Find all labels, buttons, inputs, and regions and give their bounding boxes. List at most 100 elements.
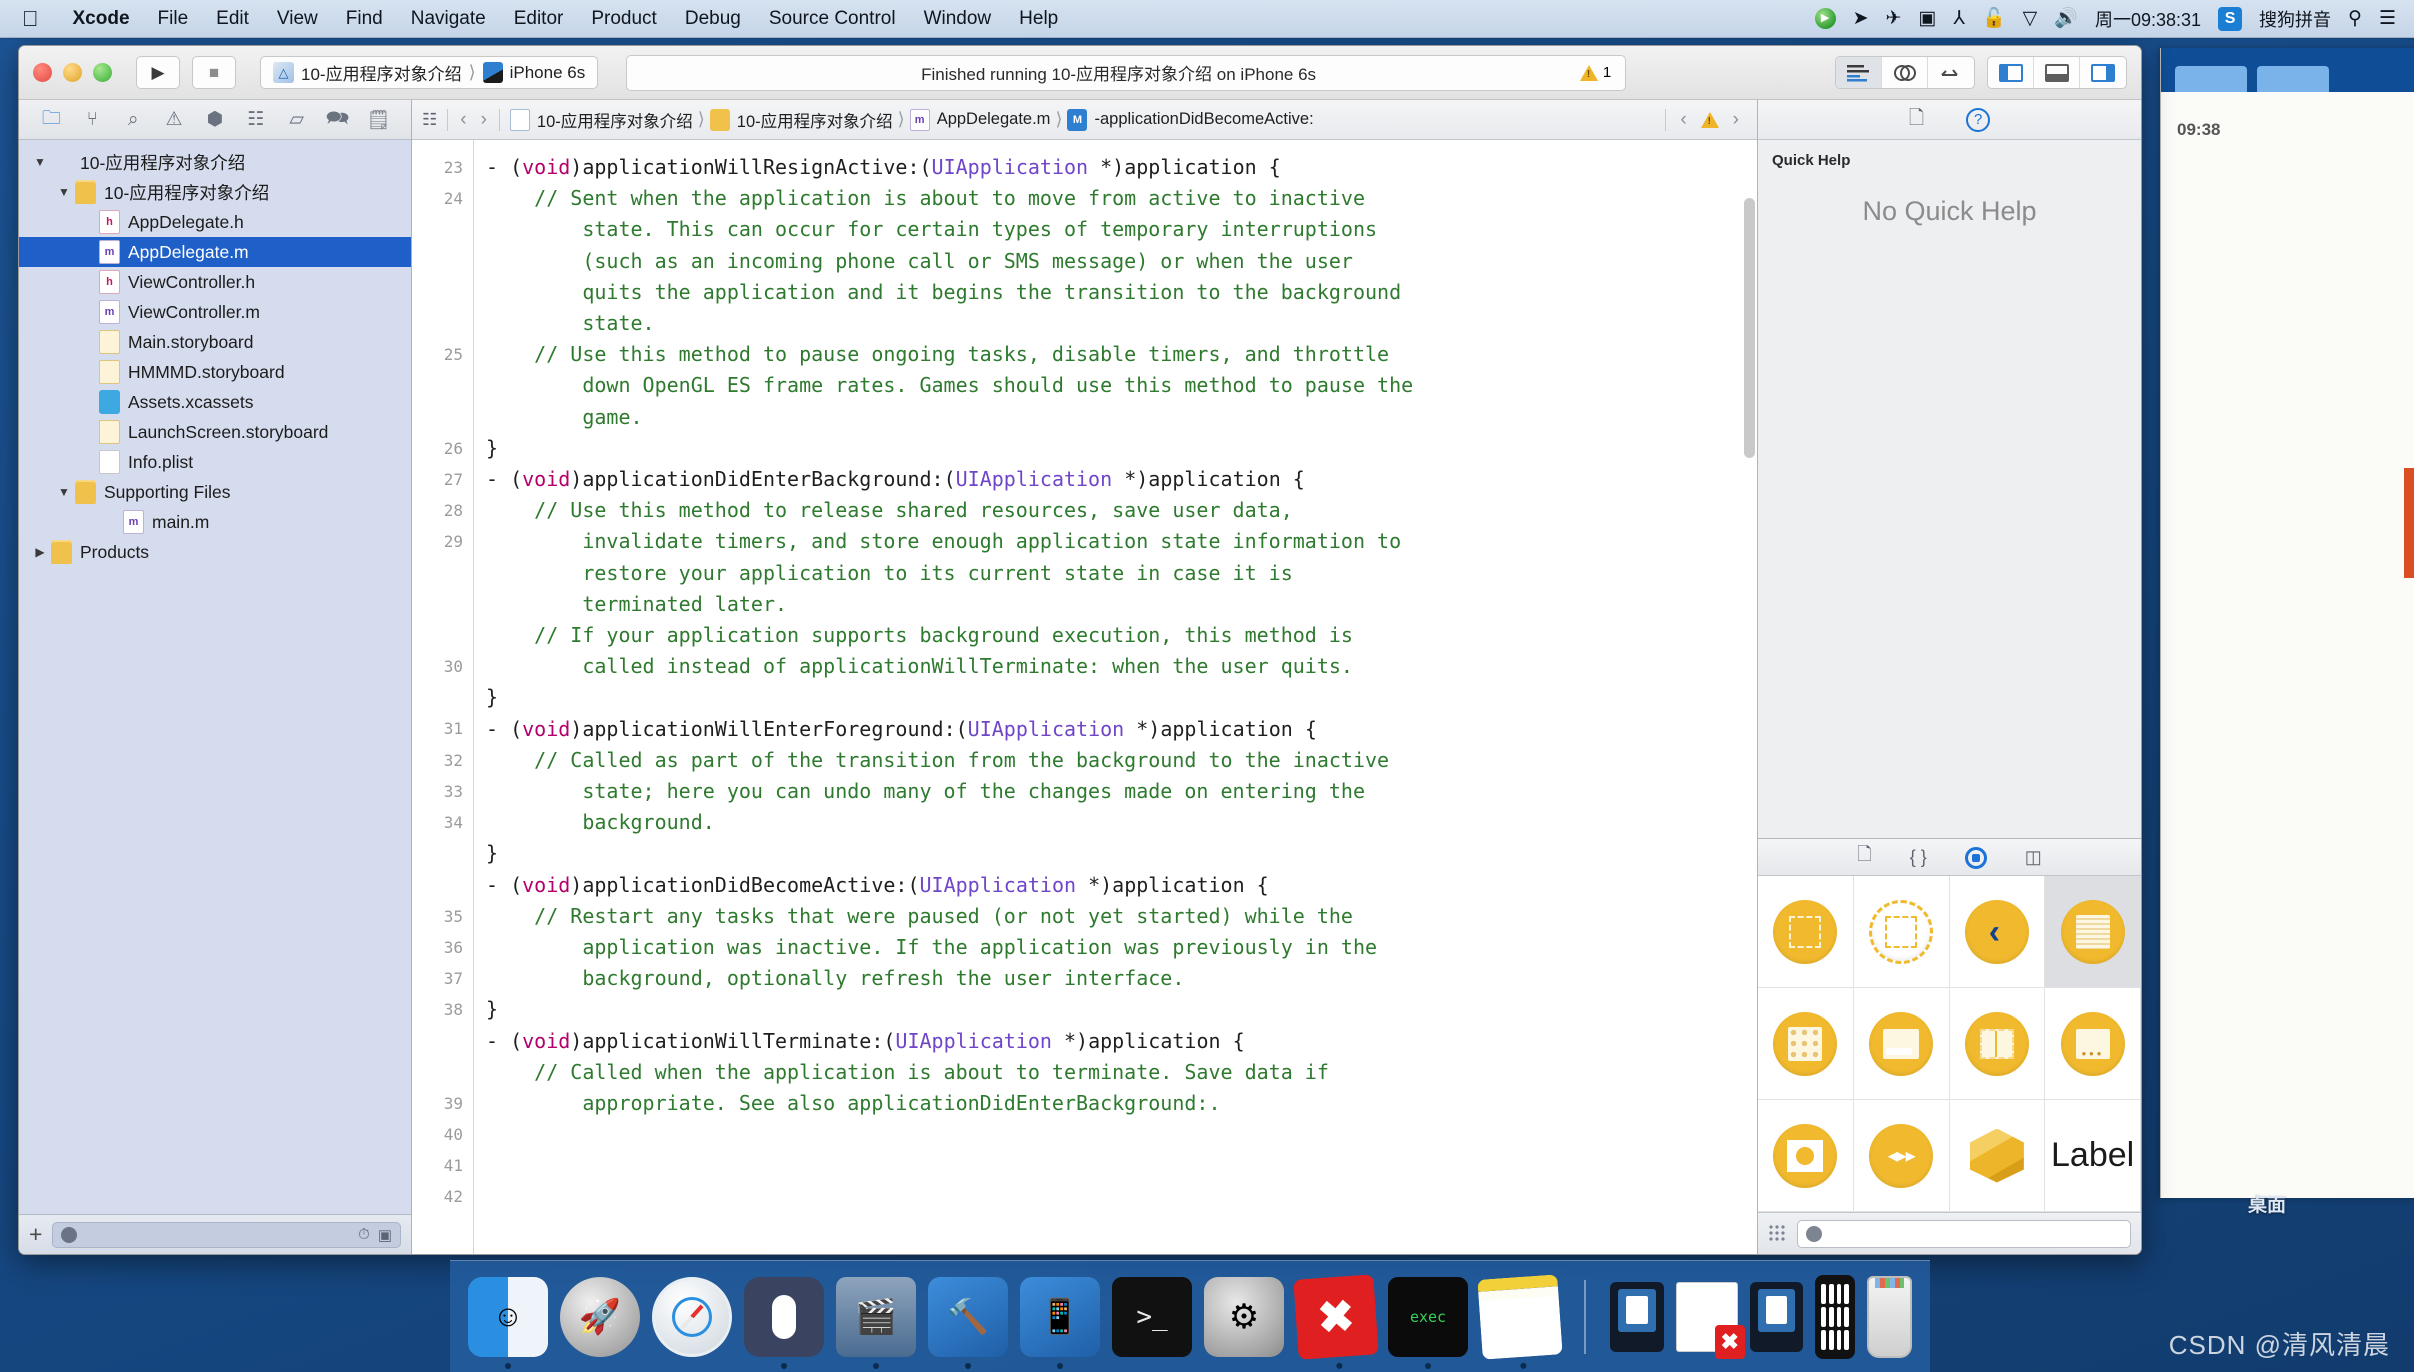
- airplane-icon[interactable]: ✈: [1886, 9, 1902, 28]
- avplayer-controller-object[interactable]: ◂▸▸: [1853, 1100, 1950, 1212]
- code-line[interactable]: // Use this method to pause ongoing task…: [486, 339, 1757, 370]
- source-code-editor[interactable]: 23 24 25 26 27 28 29 30 31 32 33 34 35 36 37 38 39 40 41 42…: [412, 140, 1757, 1254]
- background-window[interactable]: 09:38: [2160, 48, 2414, 1198]
- breadcrumb-item-2[interactable]: m AppDelegate.m: [909, 108, 1050, 131]
- source-filter-icon[interactable]: ▣: [378, 1226, 392, 1244]
- code-line[interactable]: // Sent when the application is about to…: [486, 183, 1757, 214]
- nav-item-viewcontroller-h[interactable]: h ViewController.h: [19, 267, 411, 297]
- library-search-field[interactable]: [1797, 1219, 2131, 1248]
- code-line[interactable]: invalidate timers, and store enough appl…: [486, 526, 1757, 557]
- toolbar-right-controls[interactable]: [1823, 56, 2127, 89]
- navigator-toggle-icon[interactable]: [1988, 57, 2034, 88]
- project-navigator-tree[interactable]: ▼ 10-应用程序对象介绍 ▼ 10-应用程序对象介绍 h AppDelegate.h m A…: [19, 140, 411, 1214]
- code-line[interactable]: // Called when the application is about …: [486, 1057, 1757, 1088]
- status-warning-badge[interactable]: 1: [1579, 64, 1625, 81]
- navigator-bottom-bar[interactable]: + ⏱ ▣: [19, 1214, 411, 1254]
- library-filter-bar[interactable]: [1758, 1212, 2141, 1254]
- code-line[interactable]: // Called as part of the transition from…: [486, 745, 1757, 776]
- code-line[interactable]: }: [486, 433, 1757, 464]
- code-snippet-library-icon[interactable]: { }: [1910, 847, 1927, 868]
- nav-item-assets-xcassets[interactable]: Assets.xcassets: [19, 387, 411, 417]
- code-line[interactable]: terminated later.: [486, 589, 1757, 620]
- code-line[interactable]: restore your application to its current …: [486, 558, 1757, 589]
- xcode-simulator-app[interactable]: 📱: [1020, 1276, 1100, 1369]
- disclosure-triangle-icon[interactable]: ▼: [29, 155, 51, 169]
- input-method-badge[interactable]: S: [2218, 6, 2243, 31]
- code-line[interactable]: // If your application supports backgrou…: [486, 620, 1757, 651]
- apple-menu-icon[interactable]: : [0, 6, 59, 32]
- code-line[interactable]: quits the application and it begins the …: [486, 277, 1757, 308]
- back-button[interactable]: ‹: [458, 109, 468, 131]
- issue-navigator-icon[interactable]: ⬢: [200, 106, 230, 134]
- collection-view-controller-object[interactable]: [1758, 988, 1854, 1100]
- file-template-library-icon[interactable]: 🗋: [1857, 842, 1871, 872]
- code-line[interactable]: - (void)applicationWillResignActive:(UIA…: [486, 152, 1757, 183]
- find-navigator-icon[interactable]: ⚠: [159, 106, 189, 134]
- code-line[interactable]: - (void)applicationWillTerminate:(UIAppl…: [486, 1026, 1757, 1057]
- utilities-panel[interactable]: 🗋? Quick Help No Quick Help 🗋 { } ◫ ‹ ◂▸▸ La…: [1757, 100, 2141, 1254]
- nav-item-appdelegate-h[interactable]: h AppDelegate.h: [19, 207, 411, 237]
- editor-mode-segment[interactable]: [1835, 56, 1975, 89]
- breadcrumb-item-1[interactable]: 10-应用程序对象介绍: [709, 108, 893, 132]
- test-navigator-icon[interactable]: ☷: [241, 106, 271, 134]
- grid-view-icon[interactable]: [1768, 1224, 1787, 1243]
- source-control-navigator-icon[interactable]: ⑂: [77, 106, 107, 134]
- tab-bar-controller-object[interactable]: [1853, 988, 1950, 1100]
- previous-issue-button[interactable]: ‹: [1678, 109, 1688, 131]
- close-button[interactable]: [33, 63, 52, 82]
- menu-bar-status-items[interactable]: ▶ ➤ ✈ ▣ ⅄ 🔓 ▽ 🔊 周一09:38:31 S 搜狗拼音 ⚲ ☰: [1814, 6, 2414, 32]
- code-line[interactable]: called instead of applicationWillTermina…: [486, 651, 1757, 682]
- code-line[interactable]: // Use this method to release shared res…: [486, 495, 1757, 526]
- next-issue-button[interactable]: ›: [1731, 109, 1741, 131]
- zoom-button[interactable]: [93, 63, 112, 82]
- editor-jump-bar[interactable]: ☷ ‹ › 10-应用程序对象介绍 ⟩ 10-应用程序对象介绍 ⟩ m AppDelega…: [412, 100, 1757, 140]
- launchpad-app[interactable]: 🚀: [560, 1276, 640, 1357]
- mouse-app[interactable]: [744, 1276, 824, 1369]
- macos-menu-bar[interactable]:  XcodeFileEditViewFindNavigateEditorPro…: [0, 0, 2414, 38]
- search-icon[interactable]: ⚲: [2348, 9, 2362, 28]
- menu-navigate[interactable]: Navigate: [397, 8, 500, 30]
- breakpoint-navigator-icon[interactable]: 🗪: [323, 106, 353, 134]
- report-navigator-icon[interactable]: 🗒: [363, 106, 393, 134]
- table-view-controller-object[interactable]: [2045, 876, 2141, 988]
- trash-can[interactable]: [1866, 1275, 1912, 1358]
- minimize-button[interactable]: [63, 63, 82, 82]
- code-line[interactable]: (such as an incoming phone call or SMS m…: [486, 246, 1757, 277]
- safari-app[interactable]: [652, 1276, 732, 1357]
- panel-toggle-segment[interactable]: [1987, 56, 2127, 89]
- wifi-icon[interactable]: ▽: [2023, 9, 2038, 28]
- object-library-icon[interactable]: [1964, 846, 1987, 869]
- xcode-window[interactable]: ▶ ■ △ 10-应用程序对象介绍 ⟩ iPhone 6s Finished r…: [18, 45, 2142, 1255]
- code-line[interactable]: - (void)applicationDidEnterBackground:(U…: [486, 464, 1757, 495]
- code-line[interactable]: appropriate. See also applicationDidEnte…: [486, 1088, 1757, 1119]
- nav-item-launchscreen-storyboard[interactable]: LaunchScreen.storyboard: [19, 417, 411, 447]
- scheme-selector[interactable]: △ 10-应用程序对象介绍 ⟩ iPhone 6s: [260, 56, 599, 89]
- utilities-toggle-icon[interactable]: [2080, 57, 2126, 88]
- menu-bar-clock[interactable]: 周一09:38:31: [2095, 6, 2201, 32]
- lock-icon[interactable]: 🔓: [1982, 9, 2006, 28]
- nav-item-main-storyboard[interactable]: Main.storyboard: [19, 327, 411, 357]
- menu-find[interactable]: Find: [332, 8, 397, 30]
- xcode-toolbar[interactable]: ▶ ■ △ 10-应用程序对象介绍 ⟩ iPhone 6s Finished r…: [19, 46, 2141, 100]
- code-line[interactable]: }: [486, 838, 1757, 869]
- minimized-window-1[interactable]: [1610, 1281, 1664, 1352]
- screen-record-icon[interactable]: ▣: [1918, 9, 1936, 28]
- menu-help[interactable]: Help: [1005, 8, 1072, 30]
- object-cube[interactable]: [1949, 1100, 2046, 1212]
- file-inspector-icon[interactable]: 🗋: [1909, 104, 1924, 136]
- code-line[interactable]: down OpenGL ES frame rates. Games should…: [486, 370, 1757, 401]
- run-button[interactable]: ▶: [136, 56, 180, 89]
- navigator-panel[interactable]: 🗀 ⑂ ⌕ ⚠ ⬢ ☷ ▱ 🗪 🗒 ▼ 10-应用程序对象介绍 ▼ 10-应用程序对象介绍 h AppDe…: [19, 100, 412, 1254]
- library-tab-bar[interactable]: 🗋 { } ◫: [1758, 838, 2141, 876]
- minimized-document-xmind[interactable]: ✖: [1675, 1281, 1745, 1359]
- assistant-editor-icon[interactable]: [1882, 57, 1928, 88]
- nav-item-supporting-files[interactable]: ▼ Supporting Files: [19, 477, 411, 507]
- code-line[interactable]: // Restart any tasks that were paused (o…: [486, 901, 1757, 932]
- code-line[interactable]: - (void)applicationWillEnterForeground:(…: [486, 714, 1757, 745]
- inspector-tab-bar[interactable]: 🗋?: [1758, 100, 2141, 140]
- add-file-button[interactable]: +: [29, 1221, 42, 1248]
- volume-icon[interactable]: 🔊: [2054, 9, 2078, 28]
- code-line[interactable]: state.: [486, 308, 1757, 339]
- recent-filter-icon[interactable]: ⏱: [358, 1226, 370, 1244]
- menu-window[interactable]: Window: [910, 8, 1006, 30]
